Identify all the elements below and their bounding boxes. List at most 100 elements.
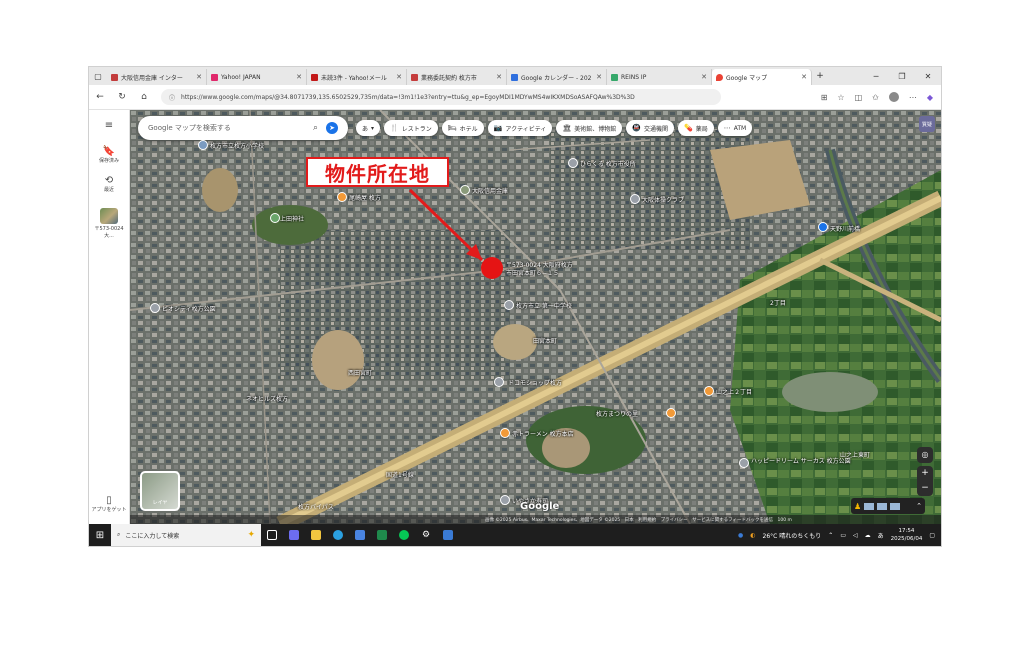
zoom-out-button[interactable]: − xyxy=(917,481,933,496)
place-label-sushi: 尾崎屋 枚方 xyxy=(349,195,381,202)
clock[interactable]: 17:54 2025/06/04 xyxy=(891,527,923,543)
line-icon[interactable] xyxy=(393,524,415,546)
residence-pin[interactable] xyxy=(150,303,160,313)
chip-atm[interactable]: ⋯ ATM xyxy=(717,120,753,136)
app-available-icon[interactable]: ⊞ xyxy=(821,93,828,102)
bridge-pin[interactable] xyxy=(818,222,828,232)
excel-icon[interactable] xyxy=(371,524,393,546)
site-info-icon[interactable]: ⓘ xyxy=(169,93,175,102)
chip-hotel[interactable]: 🛏 ホテル xyxy=(441,120,484,136)
edge-icon[interactable] xyxy=(327,524,349,546)
network-icon[interactable]: ☁ xyxy=(865,532,871,539)
chip-activities[interactable]: 📷 アクティビティ xyxy=(487,120,553,136)
tab-actions-icon[interactable]: ▢ xyxy=(89,67,107,85)
sushi-pin[interactable] xyxy=(500,495,510,505)
imagery-thumb-icon[interactable] xyxy=(890,502,901,510)
gym-pin[interactable] xyxy=(630,194,640,204)
restaurant-pin-2[interactable] xyxy=(704,386,714,396)
shrine-pin[interactable] xyxy=(270,213,280,223)
menu-button[interactable]: ≡ xyxy=(105,120,113,132)
more-icon[interactable]: ⋯ xyxy=(909,93,917,102)
favorite-star-icon[interactable]: ☆ xyxy=(837,93,844,102)
battery-icon[interactable]: ▭ xyxy=(840,532,846,539)
close-window-icon[interactable]: ✕ xyxy=(915,72,941,81)
back-icon[interactable]: ← xyxy=(89,92,111,102)
tab-close-icon[interactable]: ✕ xyxy=(701,73,707,81)
tab-close-icon[interactable]: ✕ xyxy=(296,73,302,81)
target-address-label-2: 市田宮本町６−１５ xyxy=(506,270,560,277)
file-explorer-icon[interactable] xyxy=(305,524,327,546)
split-screen-icon[interactable]: ◫ xyxy=(855,93,863,102)
restaurant-pin[interactable] xyxy=(337,192,347,202)
store-app-icon[interactable] xyxy=(349,524,371,546)
new-tab-button[interactable]: + xyxy=(812,71,828,81)
settings-gear-icon[interactable]: ⚙ xyxy=(415,524,437,546)
category-chips: あ ▾ 🍴 レストラン 🛏 ホテル 📷 アクティビティ 🏛 美術館、博物館 🚇 交通機関 💊… xyxy=(356,120,753,136)
search-icon[interactable]: ⌕ xyxy=(313,123,318,133)
windows-start-icon[interactable]: ⊞ xyxy=(89,524,111,546)
search-box[interactable]: Google マップを検索する ⌕ ➤ xyxy=(138,116,348,140)
festival-pin[interactable] xyxy=(666,408,676,418)
satellite-map[interactable]: Google マップを検索する ⌕ ➤ あ ▾ 🍴 レストラン 🛏 ホテル 📷 アクティ… xyxy=(130,110,941,524)
taskbar-search-input[interactable]: ここに入力して検索 xyxy=(125,531,179,540)
junior-school-pin[interactable] xyxy=(504,300,514,310)
tab-4[interactable]: Google カレンダー - 202 ✕ xyxy=(507,69,607,85)
tray-chevron-icon[interactable]: ⌃ xyxy=(828,532,833,539)
pegman-icon[interactable]: ♟ xyxy=(854,502,861,511)
remote-desktop-icon[interactable] xyxy=(437,524,459,546)
tab-close-icon[interactable]: ✕ xyxy=(196,73,202,81)
taskbar-search[interactable]: ⌕ ここに入力して検索 ✦ xyxy=(111,524,261,546)
street-view-strip[interactable]: ♟ ⌃ xyxy=(851,498,925,514)
chip-museum[interactable]: 🏛 美術館、博物館 xyxy=(556,120,623,136)
saved-button[interactable]: 🔖 保存済み xyxy=(99,146,119,165)
tab-5[interactable]: REINS IP ✕ xyxy=(607,69,712,85)
chevron-down-icon: ▾ xyxy=(371,124,375,132)
ime-mode-chip[interactable]: あ ▾ xyxy=(356,120,381,136)
zoom-in-button[interactable]: + xyxy=(917,466,933,481)
weather-text[interactable]: 26°C 晴れのちくもり xyxy=(763,531,822,540)
minimize-icon[interactable]: ─ xyxy=(863,72,889,81)
url-field[interactable]: ⓘ https://www.google.com/maps/@34.807173… xyxy=(161,89,721,105)
recent-button[interactable]: ⟲ 最近 xyxy=(104,175,114,194)
maximize-icon[interactable]: ❐ xyxy=(889,72,915,81)
volume-icon[interactable]: ◁ xyxy=(853,532,858,539)
tab-0[interactable]: 大阪信用金庫 インター ✕ xyxy=(107,69,207,85)
get-app-button[interactable]: ▯ アプリをゲット xyxy=(91,495,127,514)
home-icon[interactable]: ⌂ xyxy=(133,92,155,102)
search-input[interactable]: Google マップを検索する xyxy=(148,123,231,133)
notification-icon[interactable]: ▢ xyxy=(929,532,935,539)
ime-indicator[interactable]: あ xyxy=(878,531,884,540)
tab-2[interactable]: 未読3件 - Yahoo!メール ✕ xyxy=(307,69,407,85)
my-location-icon[interactable]: ◎ xyxy=(917,447,933,463)
layer-switcher[interactable]: レイヤ xyxy=(140,471,180,511)
copilot-icon[interactable]: ◆ xyxy=(927,93,933,102)
directions-icon[interactable]: ➤ xyxy=(326,122,338,134)
expand-icon[interactable]: ⌃ xyxy=(916,502,922,510)
tab-close-icon[interactable]: ✕ xyxy=(396,73,402,81)
tab-3[interactable]: 業務委託契約 枚方市 ✕ xyxy=(407,69,507,85)
refresh-icon[interactable]: ↻ xyxy=(111,92,133,102)
chip-transit[interactable]: 🚇 交通機関 xyxy=(626,120,675,136)
chip-pharmacy[interactable]: 💊 薬局 xyxy=(678,120,714,136)
apps-grid-button[interactable]: 質疑 xyxy=(919,116,935,132)
bank-pin[interactable] xyxy=(460,185,470,195)
tab-close-icon[interactable]: ✕ xyxy=(496,73,502,81)
tab-google-maps[interactable]: Google マップ ✕ xyxy=(712,69,812,85)
city-hall-pin[interactable] xyxy=(568,158,578,168)
imagery-thumb-icon[interactable] xyxy=(877,502,888,510)
tab-close-icon[interactable]: ✕ xyxy=(801,73,807,81)
store-pin[interactable] xyxy=(494,377,504,387)
favorites-icon[interactable]: ✩ xyxy=(872,93,879,102)
tab-close-icon[interactable]: ✕ xyxy=(596,73,602,81)
copilot-app-icon[interactable] xyxy=(283,524,305,546)
help-icon[interactable]: ● xyxy=(738,532,743,539)
imagery-thumb-icon[interactable] xyxy=(864,502,875,510)
tab-1[interactable]: Yahoo! JAPAN ✕ xyxy=(207,69,307,85)
profile-avatar[interactable] xyxy=(888,92,899,102)
recent-place-thumb[interactable]: 〒573-0024 大... xyxy=(90,208,128,240)
circus-pin[interactable] xyxy=(739,458,749,468)
task-view-icon[interactable] xyxy=(261,524,283,546)
ramen-pin[interactable] xyxy=(500,428,510,438)
school-pin[interactable] xyxy=(198,140,208,150)
chip-restaurant[interactable]: 🍴 レストラン xyxy=(384,120,438,136)
